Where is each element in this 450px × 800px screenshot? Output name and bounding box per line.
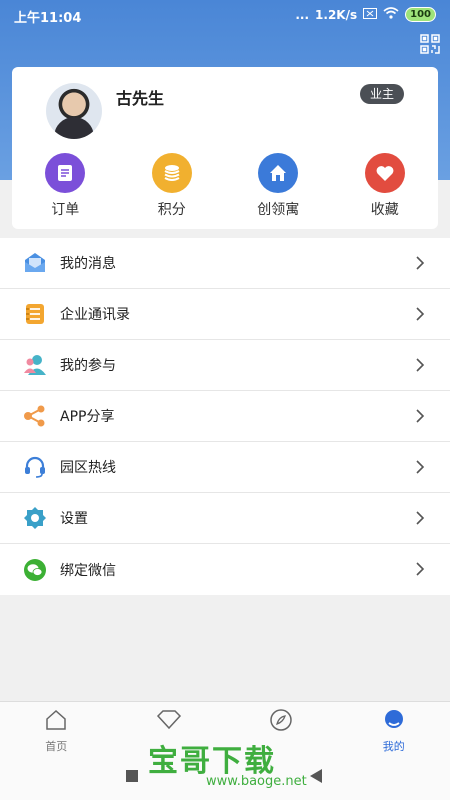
menu-item-messages[interactable]: 我的消息: [0, 238, 450, 289]
quick-item-points[interactable]: 积分: [119, 153, 226, 219]
participation-icon: [22, 352, 48, 378]
menu-label: 园区热线: [60, 460, 116, 476]
quick-item-favorites[interactable]: 收藏: [332, 153, 439, 219]
menu-label: APP分享: [60, 409, 115, 425]
status-dots: ...: [295, 7, 310, 22]
menu-label: 我的参与: [60, 358, 116, 374]
menu-list: 我的消息 企业通讯录 我的参与 APP分享 园区热线 设置 绑定微信: [0, 238, 450, 595]
heart-icon: [364, 153, 405, 193]
home-icon: [258, 153, 299, 193]
menu-label: 设置: [60, 511, 88, 527]
recents-button[interactable]: [126, 770, 138, 782]
quick-actions: 订单 积分 创领寓 收藏: [12, 153, 438, 219]
quick-item-orders[interactable]: 订单: [12, 153, 119, 219]
menu-item-participation[interactable]: 我的参与: [0, 340, 450, 391]
quick-label: 积分: [157, 202, 186, 218]
settings-icon: [22, 505, 48, 531]
wifi-icon: [383, 7, 399, 22]
chevron-right-icon: [416, 562, 425, 576]
chevron-right-icon: [416, 460, 425, 474]
sim-icon: [363, 7, 378, 22]
quick-item-apartment[interactable]: 创领寓: [225, 153, 332, 219]
back-button[interactable]: [310, 769, 322, 783]
order-icon: [45, 153, 86, 193]
tab-label: 首页: [45, 740, 68, 753]
coins-icon: [151, 153, 192, 193]
network-speed: 1.2K/s: [315, 7, 358, 22]
battery-indicator: 100: [405, 7, 436, 22]
menu-item-contacts[interactable]: 企业通讯录: [0, 289, 450, 340]
wechat-icon: [22, 557, 48, 583]
menu-label: 企业通讯录: [60, 307, 130, 323]
chevron-right-icon: [416, 511, 425, 525]
avatar[interactable]: [46, 83, 102, 139]
diamond-tab-icon: [156, 710, 181, 730]
headset-icon: [22, 454, 48, 480]
qr-code-icon[interactable]: [420, 34, 440, 54]
user-name: 古先生: [116, 89, 165, 108]
status-time: 上午11:04: [14, 11, 82, 26]
share-icon: [22, 403, 48, 429]
watermark-url: www.baoge.net: [206, 774, 307, 789]
chevron-right-icon: [416, 409, 425, 423]
status-bar: 上午11:04 ... 1.2K/s 100: [0, 0, 450, 30]
profile-card: 古先生 业主 订单 积分 创领寓 收藏: [12, 67, 438, 229]
menu-item-wechat[interactable]: 绑定微信: [0, 544, 450, 595]
menu-label: 我的消息: [60, 256, 116, 272]
home-tab-icon: [46, 709, 66, 730]
message-icon: [22, 250, 48, 276]
tab-home[interactable]: 首页: [0, 702, 113, 761]
quick-label: 订单: [51, 202, 80, 218]
quick-label: 创领寓: [257, 202, 300, 218]
profile-tab-icon: [384, 710, 403, 728]
menu-item-hotline[interactable]: 园区热线: [0, 442, 450, 493]
chevron-right-icon: [416, 256, 425, 270]
tab-mine[interactable]: 我的: [338, 702, 450, 761]
chevron-right-icon: [416, 307, 425, 321]
menu-item-share[interactable]: APP分享: [0, 391, 450, 442]
menu-label: 绑定微信: [60, 562, 116, 579]
compass-tab-icon: [270, 709, 292, 731]
menu-item-settings[interactable]: 设置: [0, 493, 450, 544]
contacts-icon: [22, 301, 48, 327]
chevron-right-icon: [416, 358, 425, 372]
quick-label: 收藏: [370, 202, 399, 218]
tab-label: 我的: [382, 740, 405, 753]
role-badge: 业主: [359, 84, 404, 104]
